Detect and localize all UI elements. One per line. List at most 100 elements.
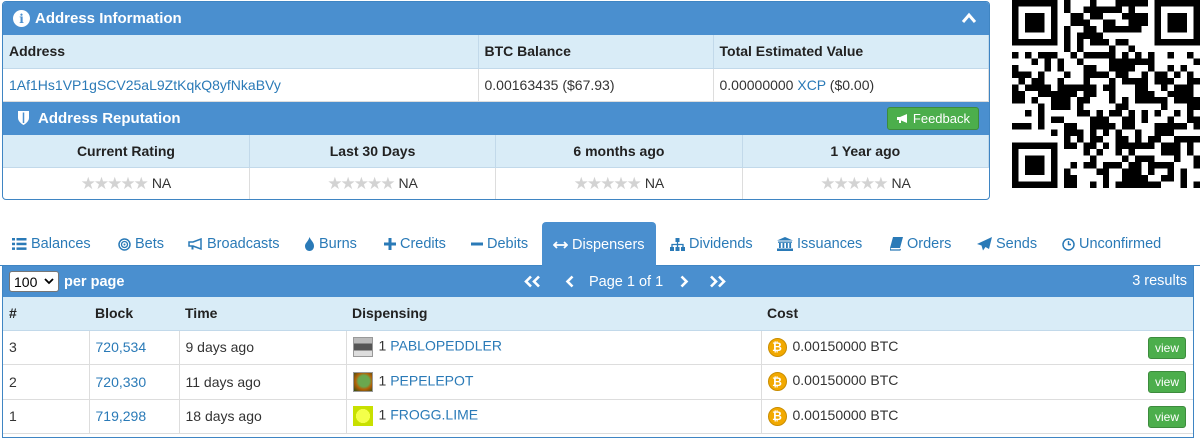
column-header-address: Address bbox=[3, 35, 479, 69]
tab-bets[interactable]: Bets bbox=[118, 222, 164, 266]
tab-label: Dividends bbox=[689, 236, 753, 252]
address-info-table: Address BTC Balance Total Estimated Valu… bbox=[3, 35, 989, 102]
cost-cell: ₿ 0.00150000 BTC view bbox=[761, 330, 1193, 365]
tab-broadcasts[interactable]: Broadcasts bbox=[188, 222, 280, 266]
block-link[interactable]: 720,330 bbox=[96, 374, 147, 390]
next-page-icon[interactable] bbox=[679, 275, 689, 288]
book-icon bbox=[890, 237, 903, 251]
tab-balances[interactable]: Balances bbox=[12, 222, 91, 266]
address-info-title: Address Information bbox=[35, 10, 182, 27]
cost-cell: ₿ 0.00150000 BTC view bbox=[761, 364, 1193, 400]
view-button[interactable]: view bbox=[1148, 371, 1186, 393]
row-number: 3 bbox=[3, 330, 90, 365]
asset-thumbnail bbox=[352, 371, 373, 392]
rating-value: NA bbox=[151, 175, 172, 191]
cost-value: 0.00150000 BTC bbox=[792, 406, 899, 423]
xcp-asset-link[interactable]: XCP bbox=[797, 77, 826, 93]
tab-debits[interactable]: Debits bbox=[471, 222, 528, 266]
cost-value: 0.00150000 BTC bbox=[792, 337, 899, 354]
last-page-icon[interactable] bbox=[707, 275, 727, 288]
chevron-down-icon bbox=[44, 278, 54, 285]
reputation-title: Address Reputation bbox=[38, 109, 181, 127]
reputation-header: Address Reputation Feedback bbox=[3, 101, 989, 135]
megaphone-icon bbox=[188, 238, 203, 250]
dispensing-cell: 1 FROGG.LIME bbox=[346, 399, 762, 434]
tab-dividends[interactable]: Dividends bbox=[670, 222, 753, 266]
dispense-quantity: 1 bbox=[378, 406, 387, 423]
target-icon bbox=[118, 237, 131, 251]
table-row: 1 719,298 18 days ago 1 FROGG.LIME ₿ 0.00… bbox=[3, 399, 1193, 434]
block-link[interactable]: 720,534 bbox=[96, 339, 147, 355]
rating-stars: ★★★★★ bbox=[573, 174, 642, 193]
column-header-1-year: 1 Year ago bbox=[742, 134, 989, 168]
view-button[interactable]: view bbox=[1148, 336, 1186, 359]
tab-label: Debits bbox=[487, 236, 529, 252]
block-link[interactable]: 719,298 bbox=[96, 408, 147, 424]
prev-page-icon[interactable] bbox=[565, 275, 575, 288]
first-page-icon[interactable] bbox=[523, 275, 543, 288]
tab-label: Orders bbox=[907, 236, 952, 252]
per-page-value: 100 bbox=[14, 273, 38, 290]
sitemap-icon bbox=[670, 237, 685, 251]
asset-link[interactable]: PEPELEPOT bbox=[390, 372, 473, 388]
bitcoin-icon: ₿ bbox=[767, 372, 787, 392]
tab-issuances[interactable]: Issuances bbox=[777, 222, 862, 266]
6-months-cell: ★★★★★ NA bbox=[495, 167, 743, 199]
1-year-cell: ★★★★★ NA bbox=[742, 167, 989, 199]
view-button[interactable]: view bbox=[1148, 405, 1186, 428]
asset-link[interactable]: FROGG.LIME bbox=[390, 407, 478, 423]
rating-stars: ★★★★★ bbox=[80, 174, 149, 193]
dispensing-cell: 1 PEPELEPOT bbox=[346, 364, 762, 400]
dispense-quantity: 1 bbox=[378, 372, 387, 389]
per-page-label: per page bbox=[64, 273, 125, 290]
row-time: 11 days ago bbox=[179, 364, 347, 400]
row-number: 2 bbox=[3, 364, 90, 400]
address-link[interactable]: 1Af1Hs1VP1gSCV25aL9ZtKqkQ8yfNkaBVy bbox=[9, 77, 281, 93]
rating-value: NA bbox=[891, 175, 911, 191]
tab-orders[interactable]: Orders bbox=[890, 222, 951, 266]
tab-label: Credits bbox=[400, 236, 446, 252]
results-count: 3 results bbox=[1132, 273, 1187, 289]
column-header-cost: Cost bbox=[761, 297, 1193, 331]
table-row: 2 720,330 11 days ago 1 PEPELEPOT ₿ 0.001… bbox=[3, 364, 1193, 400]
total-value-cell: 0.00000000 XCP ($0.00) bbox=[713, 68, 989, 102]
address-info-panel: i Address Information Address BTC Balanc… bbox=[2, 1, 990, 200]
feedback-button[interactable]: Feedback bbox=[886, 106, 979, 130]
current-rating-cell: ★★★★★ NA bbox=[3, 167, 250, 199]
clock-icon bbox=[1062, 237, 1075, 251]
dispensers-table: # Block Time Dispensing Cost 3 720,534 9… bbox=[3, 297, 1193, 434]
address-qr-code bbox=[1012, 0, 1200, 188]
tab-label: Balances bbox=[31, 236, 91, 252]
column-header-6-months: 6 months ago bbox=[495, 134, 743, 168]
chevron-up-icon[interactable] bbox=[961, 11, 977, 25]
total-value-amount: 0.00000000 bbox=[719, 76, 794, 93]
tab-burns[interactable]: Burns bbox=[304, 222, 357, 266]
per-page-select[interactable]: 100 bbox=[9, 271, 59, 292]
tab-credits[interactable]: Credits bbox=[384, 222, 446, 266]
cost-value: 0.00150000 BTC bbox=[792, 372, 899, 389]
rating-value: NA bbox=[398, 175, 418, 191]
pagination: Page 1 of 1 bbox=[523, 266, 727, 297]
rating-stars: ★★★★★ bbox=[820, 174, 888, 193]
tab-label: Burns bbox=[319, 236, 357, 252]
total-value-usd: ($0.00) bbox=[829, 76, 875, 93]
dispensing-cell: 1 PABLOPEDDLER bbox=[346, 330, 762, 365]
tab-label: Issuances bbox=[797, 236, 863, 252]
minus-icon bbox=[471, 238, 483, 250]
history-tabs: Balances Bets Broadcasts Burns Credits D… bbox=[0, 222, 1200, 267]
tab-unconfirmed[interactable]: Unconfirmed bbox=[1062, 222, 1161, 266]
column-header-number: # bbox=[3, 297, 89, 331]
arrows-horizontal-icon bbox=[553, 240, 568, 250]
asset-thumbnail bbox=[352, 406, 373, 427]
tab-sends[interactable]: Sends bbox=[977, 222, 1037, 266]
column-header-btc-balance: BTC Balance bbox=[478, 35, 714, 69]
asset-link[interactable]: PABLOPEDDLER bbox=[390, 338, 502, 354]
bullhorn-icon bbox=[896, 113, 907, 123]
row-number: 1 bbox=[3, 399, 90, 434]
bank-icon bbox=[777, 237, 793, 251]
cost-cell: ₿ 0.00150000 BTC view bbox=[761, 399, 1193, 434]
per-page-control: 100 per page bbox=[9, 271, 124, 292]
dispense-quantity: 1 bbox=[378, 337, 387, 354]
column-header-time: Time bbox=[179, 297, 346, 331]
tab-dispensers[interactable]: Dispensers bbox=[542, 222, 656, 267]
